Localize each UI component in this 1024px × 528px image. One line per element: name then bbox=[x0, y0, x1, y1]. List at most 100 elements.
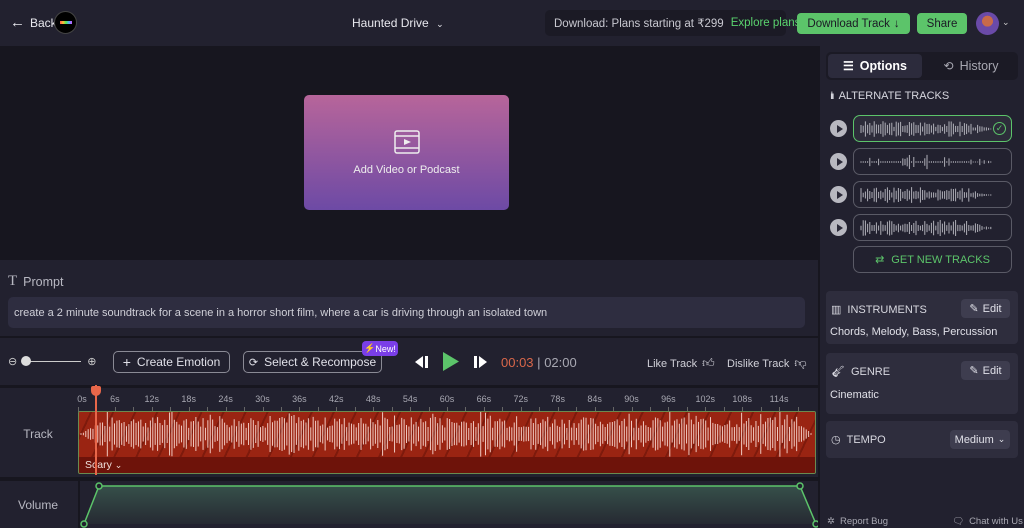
skip-back-icon[interactable] bbox=[415, 355, 429, 368]
tick-label: 84s bbox=[587, 394, 602, 404]
get-new-tracks-button[interactable]: ⇄ GET NEW TRACKS bbox=[853, 246, 1012, 273]
create-emotion-button[interactable]: + Create Emotion bbox=[113, 351, 230, 373]
repeat-icon: ⇄ bbox=[875, 254, 885, 266]
instruments-value: Chords, Melody, Bass, Percussion bbox=[830, 326, 998, 338]
play-icon[interactable] bbox=[830, 153, 847, 170]
film-icon bbox=[393, 129, 420, 154]
clock-icon: ◷ bbox=[831, 434, 841, 446]
text-icon: T bbox=[8, 273, 18, 289]
emotion-label: Scary bbox=[85, 459, 112, 471]
tick-label: 36s bbox=[292, 394, 307, 404]
tab-history[interactable]: ⟲ History bbox=[924, 54, 1018, 78]
transport-controls bbox=[415, 352, 487, 371]
download-track-button[interactable]: Download Track ↓ bbox=[797, 13, 910, 34]
chevron-down-icon[interactable]: ⌄ bbox=[1002, 17, 1010, 28]
play-icon[interactable] bbox=[830, 186, 847, 203]
timeline: 0s 6s 12s 18s 24s 30s 36s 42s 48s 54s 60s 66s 72s 78s… bbox=[0, 385, 818, 528]
zoom-slider-knob[interactable] bbox=[21, 356, 32, 366]
zoom-in-icon[interactable]: ⊕ bbox=[87, 355, 96, 368]
alternate-track bbox=[830, 181, 1013, 208]
play-icon[interactable] bbox=[830, 219, 847, 236]
skip-forward-icon[interactable] bbox=[473, 355, 487, 368]
chevron-down-icon: ⌄ bbox=[436, 19, 444, 29]
alternate-track bbox=[830, 148, 1013, 175]
play-icon[interactable] bbox=[830, 120, 847, 137]
user-avatar[interactable] bbox=[976, 12, 999, 35]
add-video-button[interactable]: Add Video or Podcast bbox=[304, 95, 509, 210]
new-badge-label: New! bbox=[375, 343, 396, 354]
panel-tabs: ☰ Options ⟲ History bbox=[826, 52, 1018, 80]
back-label: Back bbox=[30, 15, 57, 30]
tick-label: 66s bbox=[476, 394, 492, 404]
like-track-button[interactable]: Like Track 👍︎ bbox=[647, 356, 715, 371]
piano-icon: ▥ bbox=[831, 304, 842, 316]
volume-fill bbox=[84, 486, 816, 524]
alternate-track-selected[interactable]: ✓ bbox=[853, 115, 1012, 142]
tempo-label: TEMPO bbox=[846, 433, 886, 446]
chat-icon: 🗨︎ bbox=[952, 516, 965, 527]
refresh-icon: ⟳ bbox=[248, 356, 259, 369]
instruments-heading: ▥ INSTRUMENTS bbox=[831, 303, 927, 317]
tab-history-label: History bbox=[959, 59, 999, 73]
back-button[interactable]: ← Back bbox=[10, 14, 57, 31]
tick-label: 60s bbox=[439, 394, 455, 404]
report-bug-button[interactable]: ✲ Report Bug bbox=[827, 516, 888, 527]
volume-envelope[interactable] bbox=[80, 481, 818, 528]
edit-label: Edit bbox=[982, 364, 1002, 377]
tick-label: 96s bbox=[661, 394, 676, 404]
emotion-dropdown[interactable]: Scary ⌄ bbox=[85, 459, 122, 471]
tick-label: 18s bbox=[181, 394, 196, 404]
dislike-track-label: Dislike Track bbox=[727, 357, 790, 370]
instruments-card: ▥ INSTRUMENTS ✎ Edit Chords, Melody, Bas… bbox=[826, 291, 1018, 344]
dislike-track-button[interactable]: Dislike Track 👎︎ bbox=[727, 356, 807, 371]
track-clip[interactable]: Scary ⌄ bbox=[78, 411, 816, 474]
tick-label: 102s bbox=[695, 394, 716, 404]
chat-label: Chat with Us bbox=[969, 516, 1023, 527]
tick-label: 72s bbox=[513, 394, 529, 404]
arrow-down-icon: ↓ bbox=[893, 17, 900, 30]
project-title: Haunted Drive bbox=[352, 16, 429, 30]
get-new-tracks-label: GET NEW TRACKS bbox=[891, 253, 990, 266]
pencil-icon: ✎ bbox=[969, 365, 979, 377]
chat-button[interactable]: 🗨︎ Chat with Us bbox=[952, 516, 1023, 527]
explore-plans-link[interactable]: Explore plans bbox=[731, 17, 801, 29]
like-track-label: Like Track bbox=[647, 357, 698, 370]
zoom-slider[interactable] bbox=[21, 356, 82, 366]
tempo-card: ◷ TEMPO Medium ⌄ bbox=[826, 421, 1018, 458]
volume-handle[interactable] bbox=[80, 520, 88, 528]
download-promo: Download: Plans starting at ₹299 Explore… bbox=[545, 10, 800, 36]
edit-genre-button[interactable]: ✎ Edit bbox=[961, 361, 1010, 380]
tick-label: 48s bbox=[365, 394, 381, 404]
genre-heading: 🎸︎ GENRE bbox=[831, 365, 890, 379]
volume-handle[interactable] bbox=[796, 482, 804, 490]
tempo-value: Medium bbox=[954, 433, 994, 446]
tempo-dropdown[interactable]: Medium ⌄ bbox=[950, 430, 1010, 449]
project-title-dropdown[interactable]: Haunted Drive ⌄ bbox=[352, 16, 444, 30]
edit-instruments-button[interactable]: ✎ Edit bbox=[961, 299, 1010, 318]
playhead[interactable] bbox=[95, 385, 98, 475]
tick-label: 24s bbox=[218, 394, 233, 404]
tick-label: 90s bbox=[624, 394, 639, 404]
add-video-label: Add Video or Podcast bbox=[353, 163, 460, 176]
volume-handle[interactable] bbox=[95, 482, 103, 490]
waveform-icon: ılıı bbox=[830, 90, 834, 102]
alternate-track-option[interactable] bbox=[853, 214, 1012, 241]
alternate-track-option[interactable] bbox=[853, 148, 1012, 175]
tick-label: 42s bbox=[329, 394, 344, 404]
alternate-track-option[interactable] bbox=[853, 181, 1012, 208]
play-icon[interactable] bbox=[443, 352, 459, 371]
timeline-toolbar: ⊖ ⊕ + Create Emotion ⟳ Select & Recompos… bbox=[0, 338, 818, 385]
tab-options[interactable]: ☰ Options bbox=[828, 54, 922, 78]
app-logo[interactable] bbox=[54, 11, 77, 34]
share-button[interactable]: Share bbox=[917, 13, 967, 34]
lightning-icon: ⚡ bbox=[364, 343, 376, 353]
prompt-input[interactable]: create a 2 minute soundtrack for a scene… bbox=[8, 297, 805, 328]
time-display: 00:03 | 02:00 bbox=[501, 355, 577, 370]
alternate-track-waveform bbox=[860, 121, 992, 137]
tick-label: 54s bbox=[402, 394, 418, 404]
prompt-section: T Prompt create a 2 minute soundtrack fo… bbox=[0, 260, 818, 336]
zoom-out-icon[interactable]: ⊖ bbox=[8, 355, 17, 368]
instruments-label: INSTRUMENTS bbox=[847, 303, 927, 316]
time-ruler[interactable]: 0s 6s 12s 18s 24s 30s 36s 42s 48s 54s 60s 66s 72s 78s… bbox=[77, 390, 816, 412]
select-recompose-button[interactable]: ⟳ Select & Recompose bbox=[243, 351, 382, 373]
